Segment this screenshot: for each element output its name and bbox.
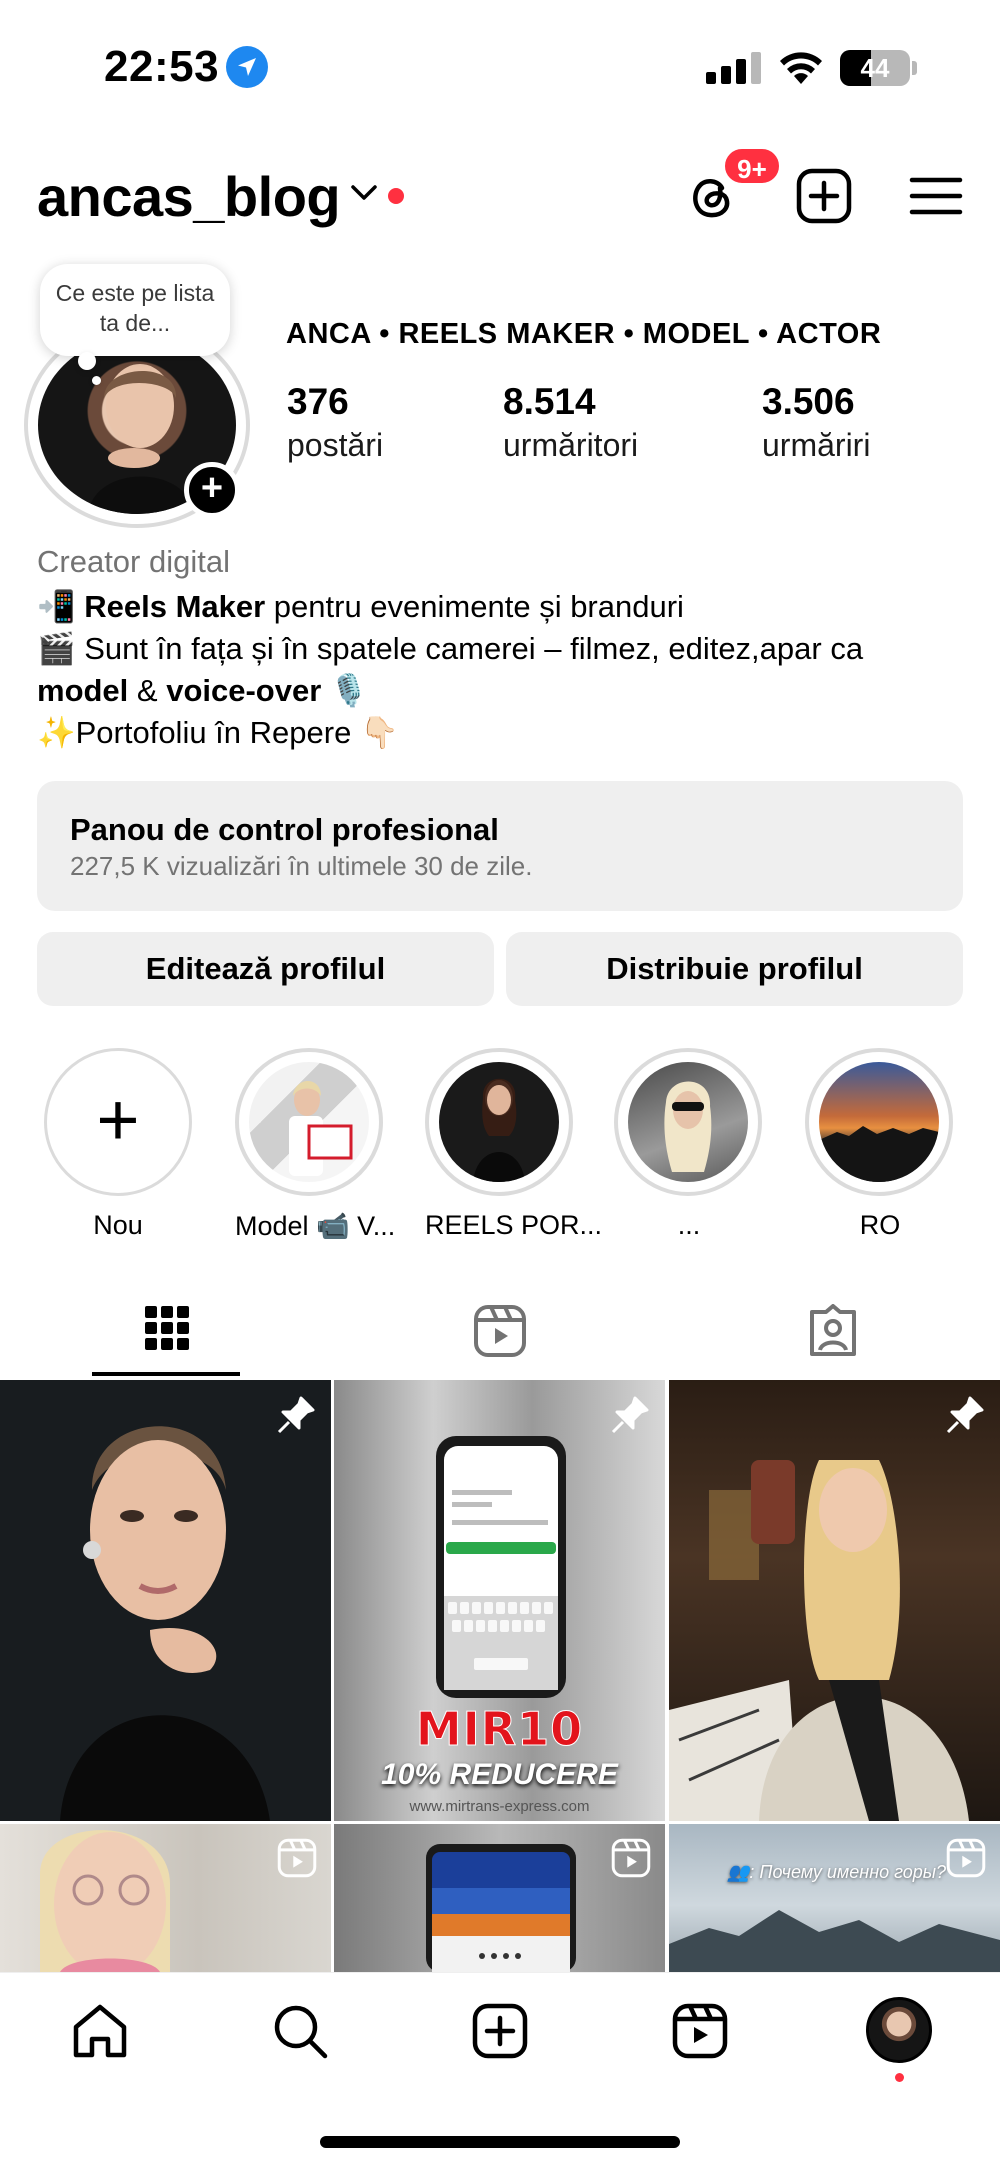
highlight-label: Nou <box>93 1210 143 1240</box>
pin-icon <box>946 1396 984 1434</box>
active-tab-indicator <box>92 1372 240 1376</box>
highlight-label: RO <box>859 1210 901 1240</box>
profile-username[interactable]: ancas_blog <box>37 164 341 229</box>
plus-icon: + <box>96 1078 140 1161</box>
promo-code: MIR10 <box>415 1702 584 1757</box>
dashboard-title: Panou de control profesional <box>70 812 499 847</box>
post-tile[interactable] <box>334 1824 665 1972</box>
grid-icon <box>144 1306 189 1350</box>
nav-reels[interactable] <box>668 1999 732 2063</box>
tab-posts-grid[interactable] <box>0 1296 333 1376</box>
stat-following[interactable]: 3.506 urmăriri <box>762 380 870 466</box>
display-name: ANCA • REELS MAKER • MODEL • ACTOR <box>286 318 882 350</box>
status-time: 22:53 <box>104 42 220 91</box>
nav-search[interactable] <box>268 1999 332 2063</box>
highlight-item[interactable]: ... <box>614 1048 764 1241</box>
cellular-signal-icon <box>706 52 762 84</box>
reels-icon <box>277 1838 317 1878</box>
tab-tagged[interactable] <box>666 1296 999 1376</box>
note-bubble[interactable]: Ce este pe lista ta de... <box>40 264 230 356</box>
highlight-item[interactable]: RO <box>805 1048 955 1241</box>
pin-icon <box>277 1396 315 1434</box>
stat-label: urmăriri <box>762 427 871 463</box>
tab-reels[interactable] <box>333 1296 666 1376</box>
chevron-down-icon[interactable] <box>350 182 378 204</box>
menu-button[interactable] <box>906 166 966 226</box>
battery-level: 44 <box>860 53 890 83</box>
highlight-label: Model 📹 V... <box>235 1211 396 1241</box>
reels-icon <box>946 1838 986 1878</box>
stat-followers[interactable]: 8.514 urmăritori <box>503 380 638 466</box>
highlight-item[interactable]: REELS POR... <box>425 1048 603 1241</box>
reels-icon <box>611 1838 651 1878</box>
post-tile[interactable]: MIR10 10% REDUCERE www.mirtrans-express.… <box>334 1380 665 1821</box>
notification-dot <box>895 2073 904 2082</box>
stat-value: 8.514 <box>503 381 596 422</box>
plus-square-icon <box>472 2003 528 2059</box>
hamburger-menu-icon <box>909 177 963 215</box>
post-tile[interactable]: 👥: Почему именно горы? <box>669 1824 1000 1972</box>
dashboard-subtitle: 227,5 K vizualizări în ultimele 30 de zi… <box>70 851 533 881</box>
tagged-person-icon <box>809 1304 856 1356</box>
search-icon <box>274 2005 328 2059</box>
nav-create[interactable] <box>468 1999 532 2063</box>
stat-value: 3.506 <box>762 381 855 422</box>
promo-url: www.mirtrans-express.com <box>409 1798 590 1815</box>
edit-profile-button[interactable]: Editează profilul <box>37 932 494 1006</box>
nav-home[interactable] <box>68 1999 132 2063</box>
share-profile-button[interactable]: Distribuie profilul <box>506 932 963 1006</box>
reels-icon <box>672 2003 728 2059</box>
location-arrow-icon <box>226 46 268 88</box>
stat-value: 376 <box>287 381 349 422</box>
highlight-label: REELS POR... <box>425 1210 603 1240</box>
plus-square-icon <box>796 168 852 224</box>
create-post-button[interactable] <box>794 166 854 226</box>
battery-icon: 44 <box>840 50 910 86</box>
notification-dot <box>388 188 404 204</box>
pin-icon <box>611 1396 649 1434</box>
add-story-button[interactable]: + <box>184 462 240 518</box>
threads-badge: 9+ <box>722 146 782 186</box>
stat-label: urmăritori <box>503 427 639 463</box>
highlight-new[interactable]: + Nou <box>44 1048 192 1241</box>
promo-subtitle: 10% REDUCERE <box>381 1758 618 1791</box>
home-icon <box>73 2004 127 2058</box>
reels-icon <box>473 1305 526 1357</box>
stat-label: postări <box>287 427 384 463</box>
nav-profile-avatar[interactable] <box>866 1997 932 2063</box>
wifi-icon <box>780 52 822 84</box>
highlight-item[interactable]: Model 📹 V... <box>235 1048 396 1242</box>
profile-bio: 📲 Reels Maker pentru evenimente și brand… <box>37 589 864 750</box>
post-tile[interactable] <box>669 1380 1000 1821</box>
post-caption: 👥: Почему именно горы? <box>727 1862 947 1882</box>
post-tile[interactable] <box>0 1824 331 1972</box>
profile-category: Creator digital <box>37 544 230 579</box>
stat-posts[interactable]: 376 postări <box>287 380 383 466</box>
highlight-label: ... <box>677 1210 701 1240</box>
home-indicator <box>320 2136 680 2148</box>
professional-dashboard[interactable]: Panou de control profesional 227,5 K viz… <box>37 781 963 911</box>
post-tile[interactable] <box>0 1380 331 1821</box>
status-bar: 22:53 44 <box>0 0 1000 120</box>
